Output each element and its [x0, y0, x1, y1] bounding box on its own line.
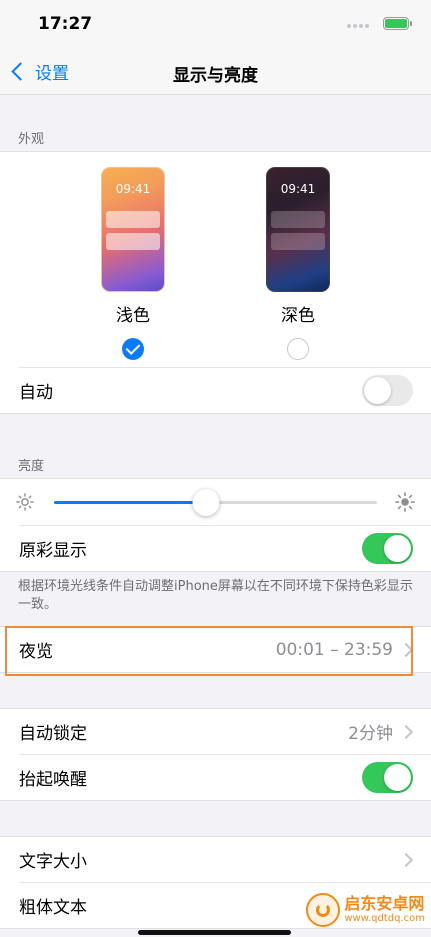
lock-group: 自动锁定 2分钟 抬起唤醒 — [0, 708, 431, 801]
auto-appearance-row: 自动 — [0, 368, 431, 413]
text-size-row[interactable]: 文字大小 — [0, 837, 431, 882]
signal-icon — [347, 24, 369, 28]
status-bar: 17:27 — [0, 0, 431, 50]
auto-lock-label: 自动锁定 — [19, 724, 87, 744]
appearance-picker: 09:41 浅色 09:41 深色 — [0, 152, 431, 367]
light-mode-option[interactable]: 09:41 浅色 — [93, 167, 173, 360]
dark-mode-option[interactable]: 09:41 深色 — [258, 167, 338, 360]
raise-to-wake-toggle[interactable] — [362, 762, 413, 793]
auto-lock-row[interactable]: 自动锁定 2分钟 — [0, 709, 431, 754]
dark-radio[interactable] — [287, 338, 309, 360]
light-label: 浅色 — [116, 306, 150, 326]
brightness-header: 亮度 — [18, 459, 45, 474]
navigation-bar: 设置 显示与亮度 — [0, 50, 431, 95]
auto-lock-value: 2分钟 — [348, 724, 393, 744]
raise-to-wake-row: 抬起唤醒 — [0, 755, 431, 800]
sun-small-icon — [16, 493, 34, 511]
watermark-url: www.qdtdq.com — [344, 913, 425, 924]
page-title: 显示与亮度 — [173, 66, 258, 86]
light-preview: 09:41 — [101, 167, 165, 292]
night-shift-row[interactable]: 夜览 00:01 – 23:59 — [0, 627, 431, 672]
text-size-label: 文字大小 — [19, 852, 87, 872]
watermark-logo-icon — [306, 893, 341, 927]
chevron-right-icon — [398, 642, 414, 657]
auto-toggle[interactable] — [362, 375, 413, 406]
true-tone-label: 原彩显示 — [19, 541, 87, 561]
sun-large-icon — [395, 492, 415, 512]
dark-preview: 09:41 — [266, 167, 330, 292]
night-shift-label: 夜览 — [19, 642, 53, 662]
watermark-name: 启东安卓网 — [344, 894, 425, 913]
night-shift-group: 夜览 00:01 – 23:59 — [0, 626, 431, 673]
status-time: 17:27 — [38, 14, 93, 34]
bold-text-label: 粗体文本 — [19, 898, 87, 918]
night-shift-value: 00:01 – 23:59 — [275, 639, 393, 660]
brightness-slider-row — [0, 479, 431, 525]
home-indicator — [138, 930, 291, 935]
watermark: 启东安卓网 www.qdtdq.com — [306, 893, 425, 927]
chevron-right-icon — [398, 852, 414, 867]
dark-label: 深色 — [281, 306, 315, 326]
true-tone-toggle[interactable] — [362, 533, 413, 564]
brightness-group: 原彩显示 — [0, 478, 431, 572]
auto-label: 自动 — [19, 383, 53, 403]
brightness-slider-thumb[interactable] — [192, 489, 220, 516]
light-preview-time: 09:41 — [115, 182, 151, 196]
dark-preview-time: 09:41 — [280, 182, 316, 196]
true-tone-footnote: 根据环境光线条件自动调整iPhone屏幕以在不同环境下保持色彩显示一致。 — [18, 579, 413, 612]
appearance-header: 外观 — [18, 132, 45, 147]
light-radio[interactable] — [122, 338, 144, 360]
battery-icon — [383, 17, 412, 30]
brightness-slider[interactable] — [54, 489, 377, 516]
true-tone-row: 原彩显示 — [0, 526, 431, 571]
raise-to-wake-label: 抬起唤醒 — [19, 770, 87, 790]
appearance-group: 09:41 浅色 09:41 深色 自动 — [0, 151, 431, 414]
chevron-right-icon — [398, 724, 414, 739]
